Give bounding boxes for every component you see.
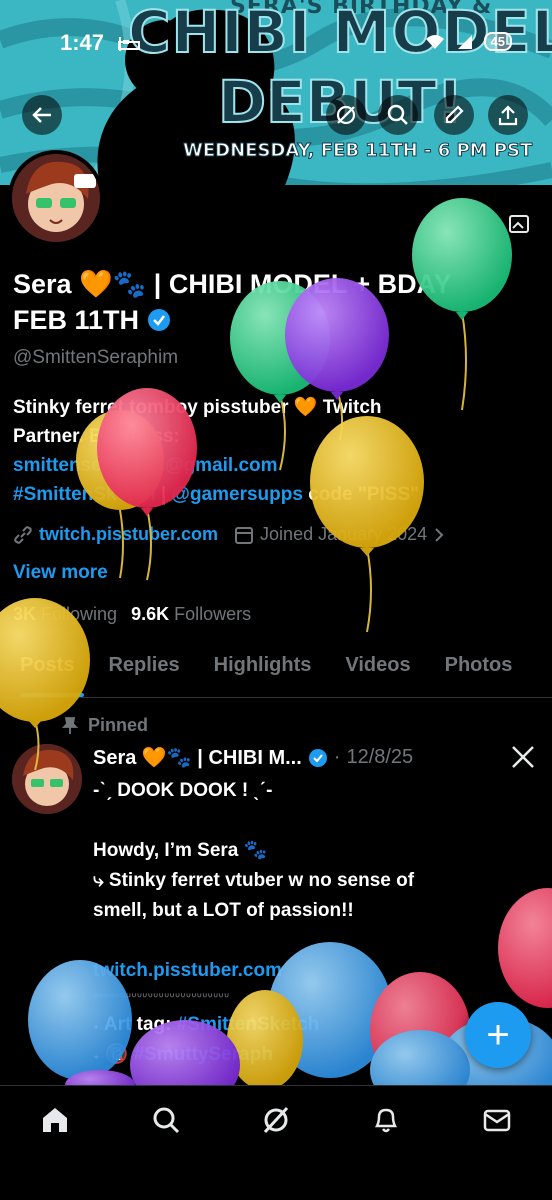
post-header: Sera 🧡🐾 | CHIBI M... · 12/8/25 <box>93 745 413 770</box>
post-date[interactable]: 12/8/25 <box>346 746 413 769</box>
status-bar: 1:47 45 <box>0 0 552 70</box>
calendar-icon <box>235 526 254 544</box>
followers-stat[interactable]: 9.6K Followers <box>131 604 251 625</box>
profile-avatar[interactable] <box>8 150 104 246</box>
following-count: 3K <box>13 604 37 624</box>
chevron-right-icon[interactable] <box>433 526 445 544</box>
nsfw-tag-link[interactable]: #SmuttySeraph <box>134 1044 273 1065</box>
following-label: Following <box>41 604 118 624</box>
profile-meta: twitch.pisstuber.com Joined January 2024 <box>13 524 445 545</box>
nav-notifications[interactable] <box>366 1104 406 1144</box>
grok-icon <box>336 105 356 125</box>
back-button[interactable] <box>22 95 62 135</box>
post-dot: · <box>333 746 341 768</box>
joined-date: Joined January 2024 <box>260 524 428 544</box>
pinned-indicator: Pinned <box>62 715 148 736</box>
tab-photos[interactable]: Photos <box>425 640 527 697</box>
bio-line2: Partner. Business: <box>13 426 180 447</box>
website-link[interactable]: twitch.pisstuber.com <box>39 524 218 545</box>
share-button[interactable] <box>488 95 528 135</box>
bottom-navigation <box>0 1085 552 1200</box>
pencil-icon <box>445 105 464 124</box>
follow-stats: 3K Following 9.6K Followers <box>13 604 251 625</box>
following-stat[interactable]: 3K Following <box>13 604 117 625</box>
avatar-image <box>12 154 100 242</box>
bio-separator: | <box>155 484 172 505</box>
tab-posts[interactable]: Posts <box>0 640 88 697</box>
profile-name: Sera 🧡🐾 | CHIBI MODEL + BDAY FEB 11TH <box>13 266 533 338</box>
bio-code: code "PISS" <box>302 484 420 505</box>
post-line4: smell, but a LOT of passion!! <box>93 900 354 921</box>
nav-search[interactable] <box>146 1104 186 1144</box>
nav-messages[interactable] <box>477 1104 517 1144</box>
post-line1: -ˋˏ DOOK DOOK ! ˎˊ- <box>93 780 273 801</box>
status-time: 1:47 <box>60 30 105 55</box>
view-more-link[interactable]: View more <box>13 562 108 584</box>
plus-icon: + <box>486 1013 510 1057</box>
edit-button[interactable] <box>434 95 474 135</box>
tab-videos[interactable]: Videos <box>325 640 424 697</box>
profile-bio: Stinky ferret tomboy pisstuber 🧡 Twitch … <box>13 393 543 509</box>
post-author-avatar[interactable] <box>12 744 82 814</box>
home-icon <box>43 1108 68 1132</box>
link-icon <box>14 525 32 544</box>
post-avatar-image <box>12 744 82 814</box>
grok-button[interactable] <box>326 95 366 135</box>
status-icons: 45 <box>424 32 512 51</box>
post-website-link[interactable]: twitch.pisstuber.com <box>93 960 282 981</box>
search-icon <box>387 104 408 125</box>
arrow-left-icon <box>32 107 51 123</box>
verified-badge-icon <box>148 309 171 331</box>
bed-icon <box>118 37 140 51</box>
profile-handle: @SmittenSeraphim <box>13 347 179 368</box>
bell-icon <box>375 1108 398 1133</box>
art-tag-link[interactable]: #SmittenSketch <box>177 1014 320 1035</box>
x-logo-icon <box>512 746 534 768</box>
verified-badge-icon <box>308 748 327 767</box>
nsfw-tag-prefix: ˖ 🔞 <box>93 1044 134 1065</box>
art-tag-label: ˖ Art tag: <box>93 1014 177 1035</box>
nav-grok[interactable] <box>256 1104 296 1144</box>
tab-highlights[interactable]: Highlights <box>194 640 326 697</box>
post-drip-divider: ᐡᐡᐡᐡᐡᐡᐡᐡᐡᐡᐡᐡᐡᐡᐡᐡᐡᐡᐡᐡᐡᐡᐡᐡᐡ <box>93 990 230 1006</box>
bio-mention-link[interactable]: @gamersupps <box>171 484 303 505</box>
grok-icon <box>263 1106 289 1134</box>
bio-line1: Stinky ferret tomboy pisstuber 🧡 Twitch <box>13 397 382 418</box>
followers-count: 9.6K <box>131 604 170 624</box>
search-button[interactable] <box>378 95 418 135</box>
pin-icon <box>62 716 78 734</box>
profile-name-line2: FEB 11TH <box>13 305 140 335</box>
post-line3: ⤷ Stinky ferret vtuber w no sense of <box>93 870 415 891</box>
search-icon <box>153 1107 179 1134</box>
pinned-label: Pinned <box>88 715 149 735</box>
profile-tabs: Posts Replies Highlights Videos Photos <box>0 640 552 698</box>
post-line2: Howdy, I’m Sera 🐾 <box>93 840 268 861</box>
banner-date-line: WEDNESDAY, FEB 11TH - 6 PM PST <box>182 140 533 162</box>
compose-post-button[interactable]: + <box>465 1002 531 1068</box>
post-author-name[interactable]: Sera 🧡🐾 | CHIBI M... <box>93 745 302 770</box>
share-icon <box>498 105 518 126</box>
wifi-icon <box>425 34 444 49</box>
battery-indicator: 45 <box>483 32 512 51</box>
nav-home[interactable] <box>35 1104 75 1144</box>
bio-email-link[interactable]: smittenseraphim@gmail.com <box>13 455 278 476</box>
image-view-icon[interactable] <box>508 212 532 236</box>
followers-label: Followers <box>174 604 252 624</box>
mail-icon <box>483 1109 510 1132</box>
bio-hashtag-link[interactable]: #SmittenSketch <box>13 484 156 505</box>
signal-icon <box>457 34 472 49</box>
profile-name-line1: Sera 🧡🐾 | CHIBI MODEL + BDAY <box>13 269 452 299</box>
tab-replies[interactable]: Replies <box>88 640 193 697</box>
